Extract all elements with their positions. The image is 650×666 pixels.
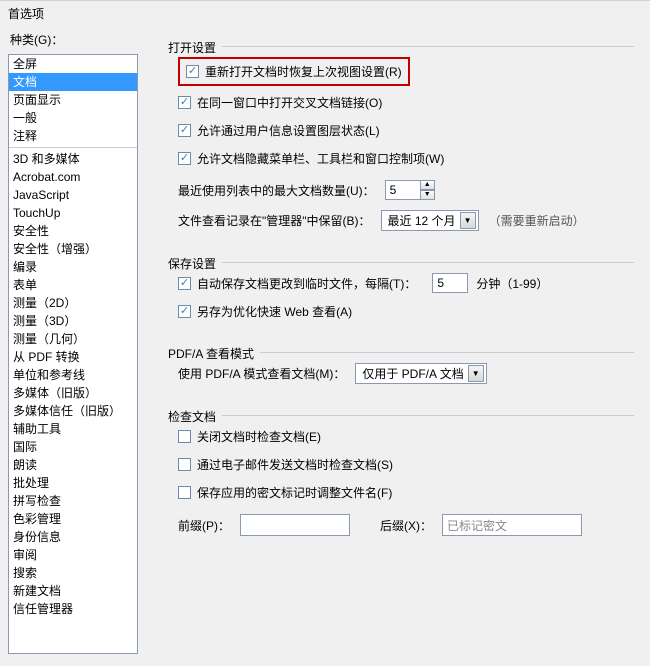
category-column: 种类(G)： 全屏文档页面显示一般注释 3D 和多媒体Acrobat.comJav… <box>8 25 144 654</box>
chevron-down-icon: ▼ <box>460 212 476 229</box>
category-item[interactable]: 文档 <box>9 73 137 91</box>
history-keep-value: 最近 12 个月 <box>388 212 456 229</box>
pdfa-mode-label: 使用 PDF/A 模式查看文档(M)： <box>178 365 345 382</box>
restore-last-view-label: 重新打开文档时恢复上次视图设置(R) <box>205 63 402 80</box>
autosave-unit-label: 分钟（1-99） <box>476 275 548 292</box>
category-item[interactable]: 多媒体信任（旧版） <box>9 402 137 420</box>
group-save-settings: 保存设置 自动保存文档更改到临时文件，每隔(T)： 分钟（1-99） 另存为优化… <box>168 251 634 321</box>
redact-adjust-filename-label: 保存应用的密文标记时调整文件名(F) <box>197 484 392 501</box>
group-pdfa-mode: PDF/A 查看模式 使用 PDF/A 模式查看文档(M)： 仅用于 PDF/A… <box>168 341 634 384</box>
category-item[interactable]: 从 PDF 转换 <box>9 348 137 366</box>
preferences-window: 首选项 种类(G)： 全屏文档页面显示一般注释 3D 和多媒体Acrobat.co… <box>0 0 650 666</box>
recent-docs-label: 最近使用列表中的最大文档数量(U)： <box>178 182 375 199</box>
category-item[interactable]: 审阅 <box>9 546 137 564</box>
hide-menus-checkbox[interactable] <box>178 152 191 165</box>
category-item[interactable]: 身份信息 <box>9 528 137 546</box>
category-item[interactable]: 拼写检查 <box>9 492 137 510</box>
window-title: 首选项 <box>0 1 650 25</box>
category-item[interactable]: 表单 <box>9 276 137 294</box>
suffix-label: 后缀(X)： <box>380 517 432 534</box>
inspect-on-close-checkbox[interactable] <box>178 430 191 443</box>
list-separator <box>9 147 137 148</box>
inspect-on-email-label: 通过电子邮件发送文档时检查文档(S) <box>197 456 393 473</box>
fast-web-view-label: 另存为优化快速 Web 查看(A) <box>197 303 352 320</box>
category-item[interactable]: 注释 <box>9 127 137 145</box>
category-item[interactable]: 全屏 <box>9 55 137 73</box>
category-item[interactable]: 安全性（增强） <box>9 240 137 258</box>
redact-adjust-filename-checkbox[interactable] <box>178 486 191 499</box>
category-item[interactable]: TouchUp <box>9 204 137 222</box>
group-inspect-doc: 检查文档 关闭文档时检查文档(E) 通过电子邮件发送文档时检查文档(S) 保存应… <box>168 404 634 536</box>
category-item[interactable]: 多媒体（旧版） <box>9 384 137 402</box>
content-area: 种类(G)： 全屏文档页面显示一般注释 3D 和多媒体Acrobat.comJav… <box>0 25 650 654</box>
category-listbox[interactable]: 全屏文档页面显示一般注释 3D 和多媒体Acrobat.comJavaScript… <box>8 54 138 654</box>
group-open-settings: 打开设置 重新打开文档时恢复上次视图设置(R) 在同一窗口中打开交叉文档链接(O… <box>168 35 634 231</box>
category-item[interactable]: 信任管理器 <box>9 600 137 618</box>
category-item[interactable]: 测量（2D） <box>9 294 137 312</box>
inspect-on-close-label: 关闭文档时检查文档(E) <box>197 428 321 445</box>
category-item[interactable]: JavaScript <box>9 186 137 204</box>
group-pdfa-title: PDF/A 查看模式 <box>168 345 260 362</box>
history-restart-hint: （需要重新启动） <box>489 212 585 229</box>
history-keep-dropdown[interactable]: 最近 12 个月 ▼ <box>381 210 479 231</box>
autosave-interval-input[interactable] <box>432 273 468 293</box>
category-item[interactable]: Acrobat.com <box>9 168 137 186</box>
suffix-input[interactable] <box>442 514 582 536</box>
autosave-label: 自动保存文档更改到临时文件，每隔(T)： <box>197 275 416 292</box>
autosave-checkbox[interactable] <box>178 277 191 290</box>
recent-docs-input[interactable] <box>385 180 421 200</box>
settings-panel: 打开设置 重新打开文档时恢复上次视图设置(R) 在同一窗口中打开交叉文档链接(O… <box>144 25 642 654</box>
category-item[interactable]: 一般 <box>9 109 137 127</box>
hide-menus-label: 允许文档隐藏菜单栏、工具栏和窗口控制项(W) <box>197 150 444 167</box>
restore-last-view-checkbox[interactable] <box>186 65 199 78</box>
category-item[interactable]: 辅助工具 <box>9 420 137 438</box>
cross-doc-links-checkbox[interactable] <box>178 96 191 109</box>
fast-web-view-checkbox[interactable] <box>178 305 191 318</box>
recent-docs-spin-down[interactable]: ▼ <box>420 190 435 200</box>
history-keep-label: 文件查看记录在"管理器"中保留(B)： <box>178 212 371 229</box>
category-item[interactable]: 搜索 <box>9 564 137 582</box>
category-item[interactable]: 批处理 <box>9 474 137 492</box>
inspect-on-email-checkbox[interactable] <box>178 458 191 471</box>
layer-state-checkbox[interactable] <box>178 124 191 137</box>
restore-last-view-highlight: 重新打开文档时恢复上次视图设置(R) <box>178 57 410 86</box>
group-save-title: 保存设置 <box>168 255 222 272</box>
recent-docs-spin-up[interactable]: ▲ <box>420 180 435 190</box>
category-item[interactable]: 新建文档 <box>9 582 137 600</box>
prefix-label: 前缀(P)： <box>178 517 230 534</box>
group-open-title: 打开设置 <box>168 39 222 56</box>
category-item[interactable]: 色彩管理 <box>9 510 137 528</box>
layer-state-label: 允许通过用户信息设置图层状态(L) <box>197 122 380 139</box>
chevron-down-icon: ▼ <box>468 365 484 382</box>
category-item[interactable]: 3D 和多媒体 <box>9 150 137 168</box>
category-item[interactable]: 测量（几何） <box>9 330 137 348</box>
prefix-input[interactable] <box>240 514 350 536</box>
category-item[interactable]: 编录 <box>9 258 137 276</box>
pdfa-mode-value: 仅用于 PDF/A 文档 <box>362 365 463 382</box>
cross-doc-links-label: 在同一窗口中打开交叉文档链接(O) <box>197 94 382 111</box>
category-item[interactable]: 安全性 <box>9 222 137 240</box>
category-item[interactable]: 页面显示 <box>9 91 137 109</box>
category-item[interactable]: 朗读 <box>9 456 137 474</box>
category-item[interactable]: 单位和参考线 <box>9 366 137 384</box>
category-item[interactable]: 国际 <box>9 438 137 456</box>
pdfa-mode-dropdown[interactable]: 仅用于 PDF/A 文档 ▼ <box>355 363 486 384</box>
category-label: 种类(G)： <box>10 31 144 48</box>
group-inspect-title: 检查文档 <box>168 408 222 425</box>
category-item[interactable]: 测量（3D） <box>9 312 137 330</box>
